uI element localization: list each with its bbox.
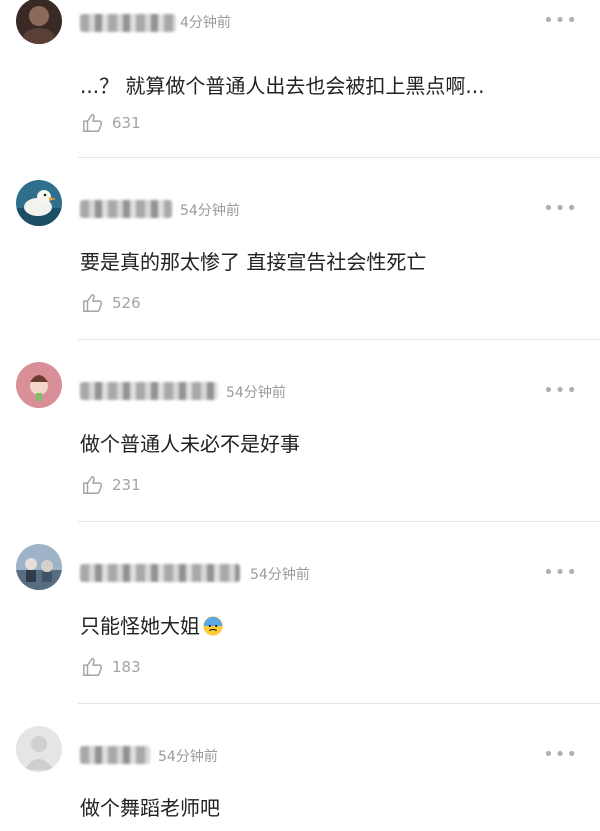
comment-time: 4分钟前: [180, 15, 231, 31]
more-dots-icon[interactable]: •••: [543, 380, 578, 401]
avatar[interactable]: [16, 544, 62, 590]
comment-item: 54分钟前 ••• 做个普通人未必不是好事 231: [0, 340, 600, 522]
username-blurred[interactable]: [80, 746, 150, 764]
comment-text: 做个普通人未必不是好事: [80, 432, 300, 456]
like-button[interactable]: 631: [82, 112, 141, 134]
username-blurred[interactable]: [80, 382, 218, 400]
thumb-up-icon: [83, 114, 103, 132]
more-dots-icon[interactable]: •••: [543, 10, 578, 31]
comment-time: 54分钟前: [180, 203, 240, 219]
anxious-sweat-emoji: [202, 615, 224, 642]
comment-text: ...？ 就算做个普通人出去也会被扣上黑点啊...: [80, 74, 485, 98]
comment-text: 只能怪她大姐: [80, 610, 224, 642]
thumb-up-icon: [83, 658, 103, 676]
comment-time: 54分钟前: [250, 567, 310, 583]
comment-text-content: 只能怪她大姐: [80, 614, 200, 638]
like-button[interactable]: 183: [82, 656, 141, 678]
comment-item: 54分钟前 ••• 要是真的那太惨了 直接宣告社会性死亡 526: [0, 158, 600, 340]
username-blurred[interactable]: [80, 14, 176, 32]
thumb-up-icon: [83, 294, 103, 312]
more-dots-icon[interactable]: •••: [543, 562, 578, 583]
like-count: 526: [112, 294, 141, 312]
like-button[interactable]: 526: [82, 292, 141, 314]
comment-time: 54分钟前: [226, 385, 286, 401]
avatar[interactable]: [16, 180, 62, 226]
more-dots-icon[interactable]: •••: [543, 198, 578, 219]
like-count: 631: [112, 114, 141, 132]
avatar[interactable]: [16, 0, 62, 44]
username-blurred[interactable]: [80, 200, 172, 218]
username-blurred[interactable]: [80, 564, 240, 582]
more-dots-icon[interactable]: •••: [543, 744, 578, 765]
comment-text: 要是真的那太惨了 直接宣告社会性死亡: [80, 250, 427, 274]
thumb-up-icon: [83, 476, 103, 494]
comment-list: 4分钟前 ••• ...？ 就算做个普通人出去也会被扣上黑点啊... 631 5…: [0, 0, 600, 831]
comment-item: 54分钟前 ••• 做个舞蹈老师吧: [0, 704, 600, 831]
comment-text: 做个舞蹈老师吧: [80, 796, 220, 820]
like-count: 183: [112, 658, 141, 676]
comment-time: 54分钟前: [158, 749, 218, 765]
default-user-avatar[interactable]: [16, 726, 62, 772]
avatar[interactable]: [16, 362, 62, 408]
like-count: 231: [112, 476, 141, 494]
like-button[interactable]: 231: [82, 474, 141, 496]
comment-item: 4分钟前 ••• ...？ 就算做个普通人出去也会被扣上黑点啊... 631: [0, 0, 600, 158]
comment-item: 54分钟前 ••• 只能怪她大姐 183: [0, 522, 600, 704]
